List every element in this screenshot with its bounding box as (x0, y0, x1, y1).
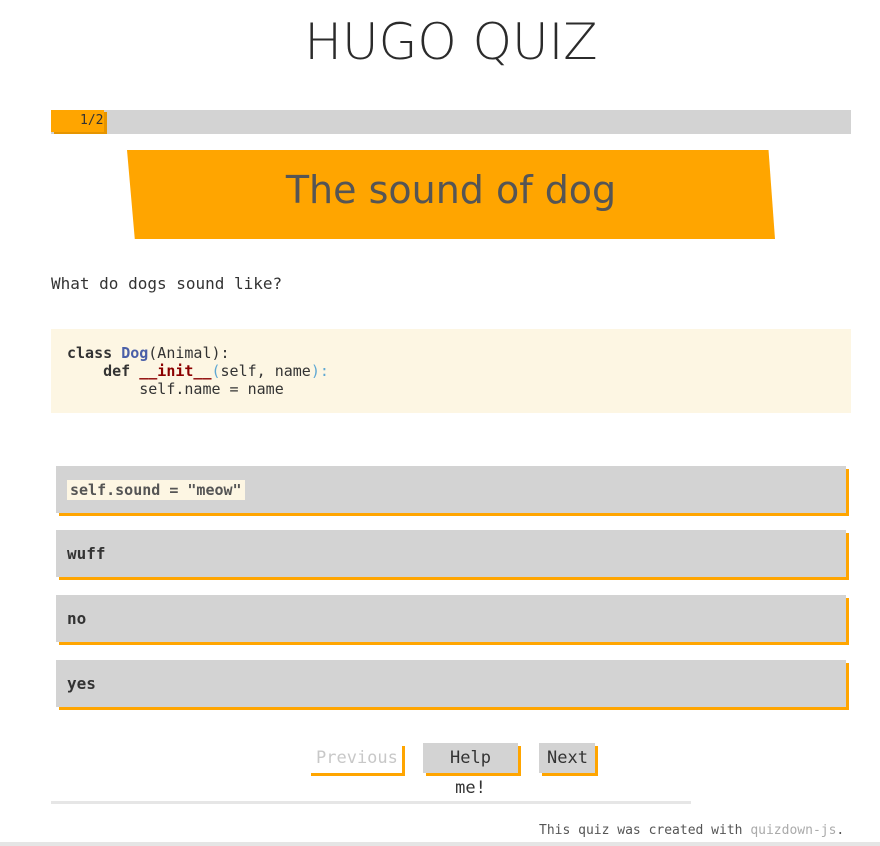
help-button[interactable]: Help me! (423, 743, 518, 798)
footer-end: . (836, 823, 845, 838)
code-function-name: __init__ (139, 362, 212, 380)
code-args: self, name (220, 362, 311, 380)
answer-option-3[interactable]: no (56, 595, 846, 642)
code-line-3: self.name = name (67, 380, 284, 398)
next-button[interactable]: Next (539, 743, 595, 773)
code-keyword: class (67, 344, 113, 362)
answer-label: yes (67, 674, 96, 693)
bottom-scrollbar (0, 842, 880, 846)
code-line-2: def __init__(self, name): (67, 362, 329, 380)
footer: This quiz was created with quizdown-js. (539, 823, 844, 839)
quizdown-link[interactable]: quizdown-js (750, 823, 836, 838)
footer-divider (51, 801, 691, 804)
code-class-name: Dog (121, 344, 149, 362)
answer-label: no (67, 609, 87, 628)
progress-label: 1/2 (80, 113, 104, 128)
answer-option-2[interactable]: wuff (56, 530, 846, 577)
question-title: The sound of dog (285, 168, 617, 212)
code-paren: ( (211, 362, 221, 380)
code-line-1: class Dog(Animal): (67, 344, 230, 362)
code-paren: ): (310, 362, 329, 380)
answer-option-1[interactable]: self.sound = "meow" (56, 466, 846, 513)
previous-button[interactable]: Previous (308, 743, 402, 773)
answer-label: self.sound = "meow" (67, 480, 245, 500)
footer-text: This quiz was created with (539, 823, 751, 838)
question-text: What do dogs sound like? (51, 274, 283, 293)
code-keyword: def (103, 362, 131, 380)
site-title: HUGO QUIZ (304, 13, 598, 71)
progress-bar: 1/2 (51, 110, 851, 134)
code-block: class Dog(Animal): def __init__(self, na… (51, 329, 851, 413)
answer-option-4[interactable]: yes (56, 660, 846, 707)
answer-label: wuff (67, 544, 106, 563)
code-text: (Animal): (148, 344, 230, 362)
